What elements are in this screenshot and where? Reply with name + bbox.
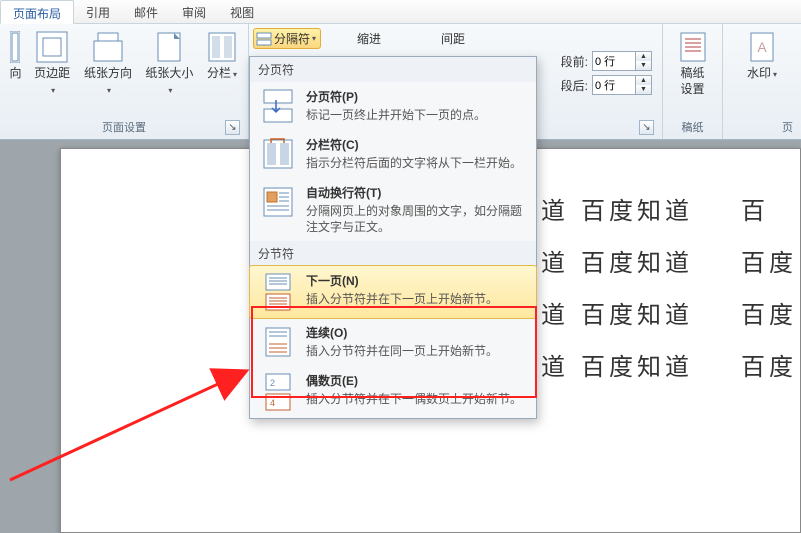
page-break-title: 分页符(P) bbox=[306, 88, 486, 105]
after-spinner[interactable]: ▲▼ bbox=[592, 75, 652, 95]
group-page-bg: A 水印 页 bbox=[723, 24, 801, 139]
text-wrapping-desc: 分隔网页上的对象周围的文字，如分隔题注文字与正文。 bbox=[306, 203, 528, 235]
after-up[interactable]: ▲ bbox=[636, 76, 651, 85]
margins2-button[interactable]: 页边距 bbox=[29, 28, 75, 99]
continuous-desc: 插入分节符并在同一页上开始新节。 bbox=[306, 343, 498, 359]
orientation-button[interactable]: 纸张方向 bbox=[79, 28, 136, 99]
doc-text: 道 bbox=[541, 191, 569, 226]
page-break-icon bbox=[258, 88, 298, 124]
breaks-dropdown: 分页符 分页符(P) 标记一页终止并开始下一页的点。 分栏符(C) 指示分栏符后… bbox=[249, 56, 537, 419]
page-break-desc: 标记一页终止并开始下一页的点。 bbox=[306, 107, 486, 123]
margins2-icon bbox=[36, 30, 68, 64]
after-down[interactable]: ▼ bbox=[636, 85, 651, 94]
tab-view[interactable]: 视图 bbox=[218, 0, 266, 23]
margins-label: 向 bbox=[9, 66, 21, 80]
manuscript-button[interactable]: 稿纸 设置 bbox=[669, 28, 716, 99]
columns-icon bbox=[206, 30, 238, 64]
menu-even-page[interactable]: 24 偶数页(E) 插入分节符并在下一偶数页上开始新节。 bbox=[250, 366, 536, 418]
section-page-breaks: 分页符 bbox=[250, 57, 536, 82]
orientation-icon bbox=[92, 30, 124, 64]
after-label: 段后: bbox=[561, 77, 588, 94]
svg-text:A: A bbox=[757, 39, 767, 55]
even-page-title: 偶数页(E) bbox=[306, 372, 522, 389]
indent-header: 缩进 bbox=[357, 30, 381, 47]
doc-text: 道 bbox=[541, 243, 569, 278]
page-bg-group-label: 页 bbox=[729, 117, 795, 137]
group-page-setup: 向 页边距 纸张方向 纸张大小 bbox=[0, 24, 249, 139]
text-wrapping-title: 自动换行符(T) bbox=[306, 184, 528, 201]
page-setup-dialog-launcher[interactable]: ↘ bbox=[225, 120, 240, 135]
continuous-title: 连续(O) bbox=[306, 324, 498, 341]
doc-text: 百 bbox=[741, 191, 769, 226]
even-page-icon: 24 bbox=[258, 372, 298, 412]
watermark-button[interactable]: A 水印 bbox=[729, 28, 795, 84]
svg-text:2: 2 bbox=[270, 378, 275, 388]
before-down[interactable]: ▼ bbox=[636, 61, 651, 70]
menu-text-wrapping[interactable]: 自动换行符(T) 分隔网页上的对象周围的文字，如分隔题注文字与正文。 bbox=[250, 178, 536, 241]
before-spinner[interactable]: ▲▼ bbox=[592, 51, 652, 71]
column-break-title: 分栏符(C) bbox=[306, 136, 522, 153]
before-label: 段前: bbox=[561, 53, 588, 70]
tab-review[interactable]: 审阅 bbox=[170, 0, 218, 23]
size-label: 纸张大小 bbox=[145, 66, 193, 80]
page-setup-group-label: 页面设置 ↘ bbox=[6, 117, 242, 137]
column-break-icon bbox=[258, 136, 298, 172]
doc-text: 道 bbox=[541, 295, 569, 330]
manuscript-label: 稿纸 设置 bbox=[680, 66, 704, 97]
tab-page-layout[interactable]: 页面布局 bbox=[0, 0, 74, 24]
section-section-breaks: 分节符 bbox=[250, 241, 536, 266]
before-up[interactable]: ▲ bbox=[636, 52, 651, 61]
text-wrapping-icon bbox=[258, 184, 298, 235]
doc-text: 百度 bbox=[741, 243, 797, 278]
breaks-icon bbox=[256, 31, 272, 47]
before-input[interactable] bbox=[593, 52, 635, 70]
doc-text: 百度 bbox=[741, 347, 797, 382]
tab-references[interactable]: 引用 bbox=[74, 0, 122, 23]
doc-text: 百度知道 bbox=[581, 347, 693, 382]
after-input[interactable] bbox=[593, 76, 635, 94]
menu-next-page[interactable]: 下一页(N) 插入分节符并在下一页上开始新节。 bbox=[249, 265, 537, 319]
margins2-label: 页边距 bbox=[34, 66, 70, 80]
doc-text: 百度知道 bbox=[581, 191, 693, 226]
columns-label: 分栏 bbox=[207, 66, 231, 80]
doc-text: 百度知道 bbox=[581, 295, 693, 330]
doc-text: 百度 bbox=[741, 295, 797, 330]
margins-button[interactable]: 向 bbox=[6, 28, 25, 99]
doc-text: 百度知道 bbox=[581, 243, 693, 278]
group-manuscript: 稿纸 设置 稿纸 bbox=[663, 24, 723, 139]
breaks-label: 分隔符 bbox=[274, 30, 310, 47]
breaks-button[interactable]: 分隔符▾ bbox=[253, 28, 321, 49]
continuous-icon bbox=[258, 324, 298, 360]
size-icon bbox=[153, 30, 185, 64]
column-break-desc: 指示分栏符后面的文字将从下一栏开始。 bbox=[306, 155, 522, 171]
next-page-desc: 插入分节符并在下一页上开始新节。 bbox=[306, 291, 498, 307]
paragraph-dialog-launcher[interactable]: ↘ bbox=[639, 120, 654, 135]
tab-mailings[interactable]: 邮件 bbox=[122, 0, 170, 23]
next-page-icon bbox=[258, 272, 298, 312]
svg-text:4: 4 bbox=[270, 398, 275, 408]
manuscript-icon bbox=[677, 30, 709, 64]
margins-icon bbox=[10, 30, 20, 64]
doc-text: 道 bbox=[541, 347, 569, 382]
watermark-icon: A bbox=[746, 30, 778, 64]
columns-button[interactable]: 分栏 bbox=[202, 28, 242, 99]
paper-size-button[interactable]: 纸张大小 bbox=[141, 28, 198, 99]
manuscript-group-label: 稿纸 bbox=[669, 117, 716, 137]
spacing-header: 间距 bbox=[441, 30, 465, 47]
menu-continuous[interactable]: 连续(O) 插入分节符并在同一页上开始新节。 bbox=[250, 318, 536, 366]
menu-page-break[interactable]: 分页符(P) 标记一页终止并开始下一页的点。 bbox=[250, 82, 536, 130]
orientation-label: 纸张方向 bbox=[84, 66, 132, 80]
menu-column-break[interactable]: 分栏符(C) 指示分栏符后面的文字将从下一栏开始。 bbox=[250, 130, 536, 178]
ribbon-tabs: 页面布局 引用 邮件 审阅 视图 bbox=[0, 0, 801, 24]
even-page-desc: 插入分节符并在下一偶数页上开始新节。 bbox=[306, 391, 522, 407]
next-page-title: 下一页(N) bbox=[306, 272, 498, 289]
watermark-label: 水印 bbox=[747, 66, 771, 80]
